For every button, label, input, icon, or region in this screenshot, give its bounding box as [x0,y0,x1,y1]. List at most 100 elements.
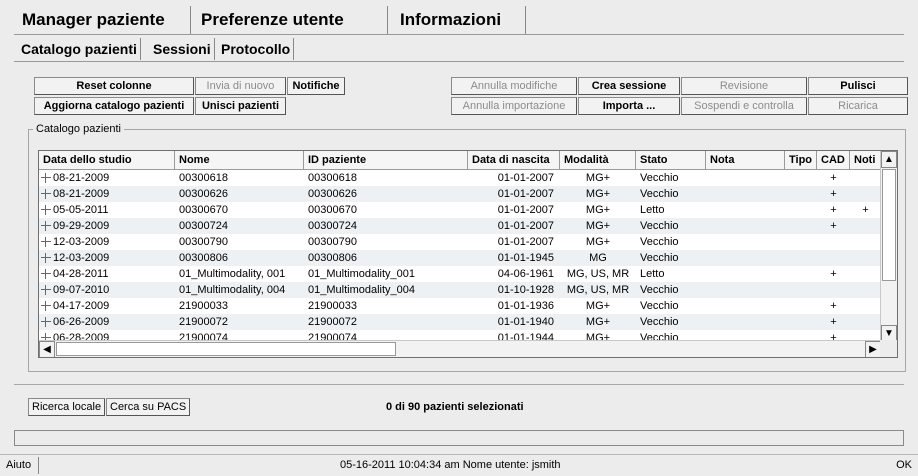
cell-patient-id: 01_Multimodality_001 [308,268,416,280]
column-header-patient-id[interactable]: ID paziente [304,151,468,170]
tab-protocollo[interactable]: Protocollo [218,38,295,60]
update-catalog-button[interactable]: Aggiorna catalogo pazienti [34,97,194,115]
cell-notifications [850,266,881,282]
cell-note [706,186,785,202]
table-row[interactable]: 04-17-2009 21900033 21900033 01-01-1936 MG+ V… [39,298,881,314]
cell-note [706,266,785,282]
cell-birth-date: 04-06-1961 [497,268,554,280]
cell-notifications [850,282,881,298]
merge-patients-button[interactable]: Unisci pazienti [195,97,286,115]
cell-status: Vecchio [640,188,679,200]
patient-table[interactable]: Data dello studio Nome ID paziente Data … [38,150,898,358]
cell-notifications [850,314,881,330]
cell-patient-id: 00300806 [308,252,357,264]
table-row[interactable]: 06-26-2009 21900072 21900072 01-01-1940 MG+ V… [39,314,881,330]
create-session-button[interactable]: Crea sessione [578,77,680,95]
table-row[interactable]: 12-03-2009 00300790 00300790 01-01-2007 MG+ V… [39,234,881,250]
reload-button[interactable]: Ricarica [808,97,908,115]
cell-birth-date: 01-01-1940 [497,316,554,328]
cell-cad: + [830,188,837,200]
cell-note [706,250,785,266]
notifications-button[interactable]: Notifiche [287,77,345,95]
vertical-scrollbar[interactable]: ▲ ▼ [880,151,897,342]
cell-modality: MG, US, MR [566,284,630,296]
cell-type [785,202,817,218]
column-header-birth-date[interactable]: Data di nascita [468,151,560,170]
column-header-type[interactable]: Tipo [785,151,817,170]
local-search-button[interactable]: Ricerca locale [28,398,106,416]
scroll-up-button[interactable]: ▲ [881,151,897,168]
datetime-user: 05-16-2011 10:04:34 am Nome utente: jsmi… [340,459,561,471]
column-header-cad[interactable]: CAD [817,151,850,170]
footer-divider [14,384,904,385]
tab-catalogo-pazienti[interactable]: Catalogo pazienti [18,38,141,60]
cell-name: 01_Multimodality, 001 [179,268,286,280]
horizontal-scroll-thumb[interactable] [56,342,396,356]
cell-name: 01_Multimodality, 004 [179,284,286,296]
review-button[interactable]: Revisione [681,77,807,95]
cell-status: Vecchio [640,252,679,264]
pacs-search-button[interactable]: Cerca su PACS [106,398,191,416]
reset-columns-button[interactable]: Reset colonne [34,77,194,95]
cell-birth-date: 01-01-1945 [497,252,554,264]
tab-sessioni[interactable]: Sessioni [150,38,215,60]
column-header-modality[interactable]: Modalità [560,151,636,170]
undo-import-button[interactable]: Annulla importazione [451,97,577,115]
cell-modality: MG+ [585,316,611,328]
column-header-notifications[interactable]: Noti [850,151,881,170]
tab-informazioni[interactable]: Informazioni [392,6,526,34]
table-row[interactable]: 05-05-2011 00300670 00300670 01-01-2007 MG+ L… [39,202,881,218]
cell-name: 00300670 [179,204,228,216]
import-button[interactable]: Importa ... [578,97,680,115]
cell-name: 21900072 [179,316,228,328]
cell-notifications [850,186,881,202]
scroll-right-button[interactable]: ▶ [865,341,881,357]
cell-modality: MG+ [585,204,611,216]
tab-manager-paziente[interactable]: Manager paziente [14,6,191,34]
resend-button[interactable]: Invia di nuovo [195,77,286,95]
cell-status: Vecchio [640,284,679,296]
cell-note [706,202,785,218]
clear-button[interactable]: Pulisci [808,77,908,95]
column-header-status[interactable]: Stato [636,151,706,170]
cell-notifications [850,250,881,266]
cell-status: Vecchio [640,172,679,184]
cell-note [706,314,785,330]
status-bar: Aiuto 05-16-2011 10:04:34 am Nome utente… [0,454,918,476]
cell-patient-id: 21900033 [308,300,357,312]
column-header-name[interactable]: Nome [175,151,304,170]
tab-preferenze-utente[interactable]: Preferenze utente [193,6,388,34]
table-row[interactable]: 04-28-2011 01_Multimodality, 001 01_Multim… [39,266,881,282]
cell-modality: MG [589,252,607,264]
table-row[interactable]: 09-29-2009 00300724 00300724 01-01-2007 MG+ V… [39,218,881,234]
cell-name: 00300806 [179,252,228,264]
cell-type [785,298,817,314]
cell-name: 00300790 [179,236,228,248]
column-header-study-date[interactable]: Data dello studio [39,151,175,170]
vertical-scroll-thumb[interactable] [882,169,896,281]
table-row[interactable]: 12-03-2009 00300806 00300806 01-01-1945 MG Ve… [39,250,881,266]
help-button[interactable]: Aiuto [6,459,31,471]
horizontal-scrollbar[interactable]: ◀ ▶ [39,340,881,357]
table-row[interactable]: 08-21-2009 00300618 00300618 01-01-2007 MG+ V… [39,170,881,186]
cell-cad: + [830,300,837,312]
table-row[interactable]: 08-21-2009 00300626 00300626 01-01-2007 MG+ V… [39,186,881,202]
cell-study-date: 05-05-2011 [53,204,109,216]
suspend-check-button[interactable]: Sospendi e controlla [681,97,807,115]
cell-study-date: 06-26-2009 [53,316,110,328]
cell-note [706,170,785,186]
scroll-left-button[interactable]: ◀ [39,341,55,357]
undo-changes-button[interactable]: Annulla modifiche [451,77,577,95]
cell-cad: + [830,204,837,216]
cell-study-date: 12-03-2009 [53,236,110,248]
cell-name: 00300626 [179,188,228,200]
progress-bar [14,430,904,446]
table-row[interactable]: 09-07-2010 01_Multimodality, 004 01_Multim… [39,282,881,298]
cell-birth-date: 01-10-1928 [497,284,554,296]
column-header-note[interactable]: Nota [706,151,785,170]
cell-status: Letto [640,268,665,280]
cell-study-date: 04-17-2009 [53,300,110,312]
ok-button[interactable]: OK [896,459,912,471]
cell-study-date: 09-07-2010 [53,284,110,296]
cell-modality: MG+ [585,188,611,200]
